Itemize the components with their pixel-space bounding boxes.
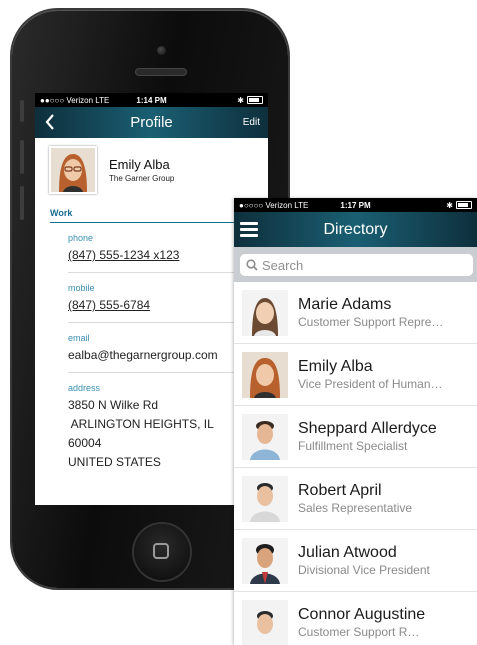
home-square-icon	[153, 543, 169, 559]
contact-title: Customer Support R…	[298, 625, 420, 639]
search-input[interactable]: Search	[240, 254, 473, 276]
contact-title: Customer Support Repre…	[298, 315, 444, 329]
battery-icon	[247, 96, 263, 104]
list-item[interactable]: Connor Augustine Customer Support R…	[234, 592, 477, 645]
avatar	[49, 146, 97, 194]
status-bar: ●○○○○ Verizon LTE 1:17 PM ✱	[234, 198, 477, 212]
contact-name: Marie Adams	[298, 296, 392, 313]
battery-icon	[456, 201, 472, 209]
clock: 1:14 PM	[136, 95, 167, 105]
page-title: Directory	[323, 220, 388, 238]
volume-up-button	[20, 140, 24, 174]
status-bar: ●●○○○ Verizon LTE 1:14 PM ✱	[35, 93, 268, 107]
avatar	[242, 351, 288, 398]
name-block: Emily Alba The Garner Group	[109, 157, 174, 183]
list-item-text: Emily Alba Vice President of Human…	[298, 358, 470, 391]
home-button[interactable]	[134, 524, 190, 580]
list-item-text: Sheppard Allerdyce Fulfillment Specialis…	[298, 420, 470, 453]
contact-title: Divisional Vice President	[298, 563, 430, 577]
profile-header: Emily Alba The Garner Group	[35, 138, 268, 194]
clock: 1:17 PM	[340, 200, 371, 210]
volume-down-button	[20, 186, 24, 220]
directory-screen: ●○○○○ Verizon LTE 1:17 PM ✱ Directory Se…	[234, 198, 477, 645]
list-item[interactable]: Emily Alba Vice President of Human…	[234, 344, 477, 406]
mute-switch	[20, 100, 24, 122]
list-item[interactable]: Sheppard Allerdyce Fulfillment Specialis…	[234, 406, 477, 468]
page-title: Profile	[130, 114, 173, 131]
list-item[interactable]: Robert April Sales Representative	[234, 468, 477, 530]
list-item-text: Marie Adams Customer Support Repre…	[298, 296, 470, 329]
contact-title: Sales Representative	[298, 501, 413, 515]
company-name: The Garner Group	[109, 174, 175, 183]
avatar	[242, 413, 288, 460]
contact-name: Emily Alba	[298, 358, 373, 375]
contact-name: Sheppard Allerdyce	[298, 420, 437, 437]
list-item-text: Robert April Sales Representative	[298, 482, 470, 515]
contact-name: Connor Augustine	[298, 606, 426, 623]
search-placeholder: Search	[262, 257, 304, 273]
search-icon	[246, 259, 258, 271]
earpiece-speaker	[135, 68, 187, 76]
directory-navbar: Directory	[234, 212, 477, 247]
avatar	[242, 599, 288, 645]
list-item[interactable]: Marie Adams Customer Support Repre…	[234, 282, 477, 344]
profile-navbar: Profile Edit	[35, 107, 268, 138]
list-item[interactable]: Julian Atwood Divisional Vice President	[234, 530, 477, 592]
list-item-text: Julian Atwood Divisional Vice President	[298, 544, 470, 577]
search-bar: Search	[234, 247, 477, 282]
list-item-text: Connor Augustine Customer Support R…	[298, 606, 470, 639]
avatar	[242, 537, 288, 584]
edit-button[interactable]: Edit	[243, 117, 260, 128]
avatar	[242, 289, 288, 336]
contact-name: Robert April	[298, 482, 382, 499]
contact-title: Fulfillment Specialist	[298, 439, 408, 453]
contact-list: Marie Adams Customer Support Repre… Emil…	[234, 282, 477, 645]
contact-name: Emily Alba	[109, 157, 170, 172]
avatar	[242, 475, 288, 522]
front-camera	[157, 46, 166, 55]
contact-title: Vice President of Human…	[298, 377, 443, 391]
contact-name: Julian Atwood	[298, 544, 397, 561]
